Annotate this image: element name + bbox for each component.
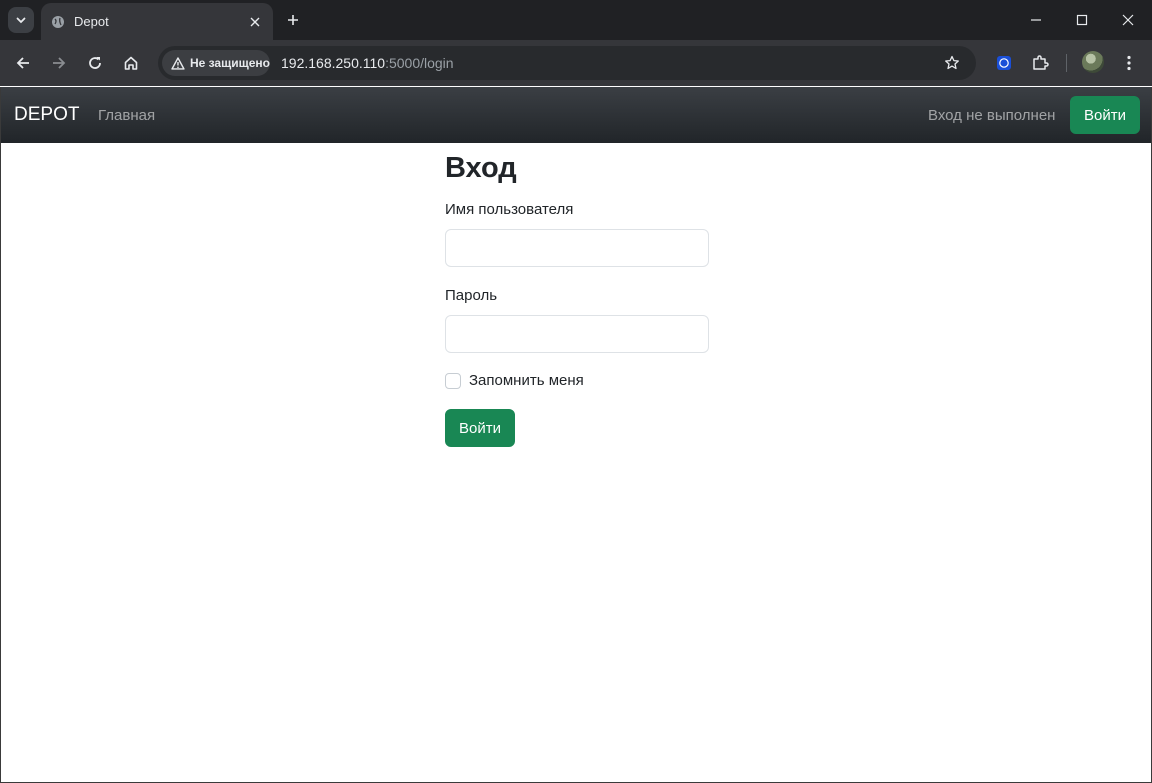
minimize-icon (1031, 19, 1041, 21)
warning-icon (171, 56, 185, 70)
browser-toolbar: Не защищено 192.168.250.110:5000/login (0, 40, 1152, 86)
maximize-button[interactable] (1070, 8, 1094, 32)
security-label: Не защищено (189, 56, 270, 70)
page-content: DEPOT Главная Вход не выполнен Войти Вхо… (0, 87, 1152, 783)
url-host: 192.168.250.110 (281, 55, 386, 71)
messenger-extension-button[interactable] (992, 51, 1016, 75)
tab-title: Depot (74, 14, 109, 29)
browser-tab[interactable]: Depot (41, 3, 273, 40)
username-label: Имя пользователя (445, 201, 574, 218)
back-button[interactable] (11, 51, 35, 75)
kebab-menu-icon (1127, 55, 1131, 71)
extensions-button[interactable] (1028, 51, 1052, 75)
star-icon (945, 55, 959, 70)
maximize-icon (1076, 14, 1088, 26)
profile-avatar[interactable] (1082, 51, 1104, 73)
messenger-extension-icon (997, 56, 1011, 70)
plus-icon (288, 15, 298, 25)
tab-search-button[interactable] (8, 7, 34, 33)
address-bar[interactable]: Не защищено 192.168.250.110:5000/login (158, 46, 976, 80)
url-text[interactable]: 192.168.250.110:5000/login (281, 55, 454, 71)
globe-icon (51, 15, 65, 29)
brand-link[interactable]: DEPOT (14, 104, 79, 126)
page-title: Вход (445, 152, 517, 184)
url-path: :5000/login (385, 55, 454, 71)
home-icon (124, 56, 138, 70)
back-icon (16, 57, 29, 69)
submit-login-button[interactable]: Войти (445, 409, 515, 447)
close-tab-icon[interactable] (247, 14, 263, 30)
login-status-text: Вход не выполнен (928, 107, 1056, 124)
navbar-login-button[interactable]: Войти (1070, 96, 1140, 134)
bookmark-star-button[interactable] (942, 53, 962, 73)
nav-home-link[interactable]: Главная (98, 107, 155, 124)
password-label: Пароль (445, 287, 498, 304)
remember-me-label[interactable]: Запомнить меня (469, 372, 584, 389)
security-chip[interactable]: Не защищено (162, 50, 270, 76)
toolbar-divider (1066, 54, 1067, 72)
minimize-button[interactable] (1024, 8, 1048, 32)
remember-me-checkbox[interactable] (445, 372, 461, 389)
password-input[interactable] (445, 315, 709, 353)
close-icon (1122, 14, 1134, 26)
menu-button[interactable] (1117, 51, 1141, 75)
forward-button[interactable] (47, 51, 71, 75)
puzzle-icon (1033, 55, 1049, 70)
username-input[interactable] (445, 229, 709, 267)
tab-strip: Depot (0, 0, 1152, 40)
home-button[interactable] (119, 51, 143, 75)
reload-icon (89, 57, 101, 69)
site-navbar: DEPOT Главная Вход не выполнен Войти (1, 87, 1151, 143)
remember-me-row: Запомнить меня (445, 372, 584, 389)
close-window-button[interactable] (1116, 8, 1140, 32)
chevron-down-icon (16, 17, 26, 24)
new-tab-button[interactable] (282, 9, 304, 31)
reload-button[interactable] (83, 51, 107, 75)
forward-icon (53, 57, 66, 69)
